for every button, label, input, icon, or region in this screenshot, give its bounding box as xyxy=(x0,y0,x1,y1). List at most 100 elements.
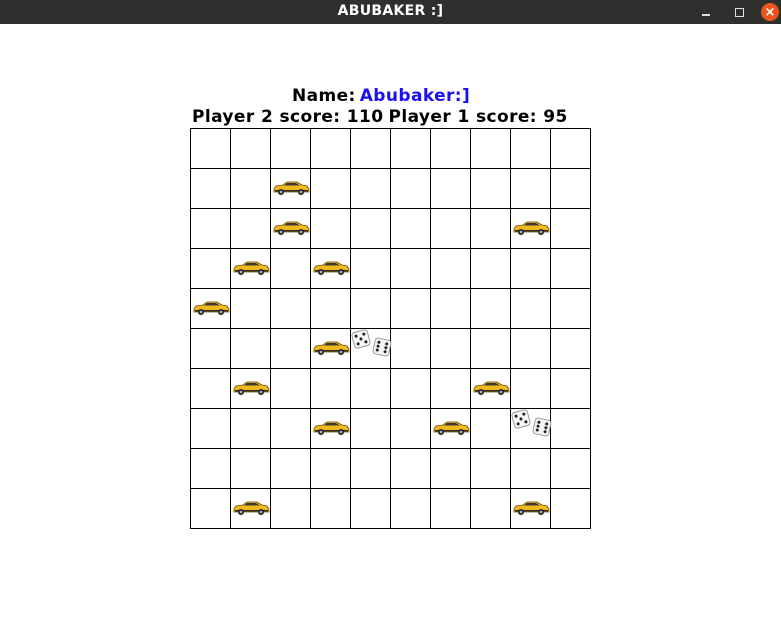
maximize-icon xyxy=(734,7,744,17)
board-cell[interactable] xyxy=(190,128,230,168)
board-cell[interactable] xyxy=(230,208,270,248)
board-cell[interactable] xyxy=(270,288,310,328)
board-cell[interactable] xyxy=(550,448,590,488)
board-cell[interactable] xyxy=(350,168,390,208)
board-cell[interactable] xyxy=(510,288,550,328)
board-cell[interactable] xyxy=(270,128,310,168)
board-cell[interactable] xyxy=(190,328,230,368)
board-cell[interactable] xyxy=(470,448,510,488)
board-cell[interactable] xyxy=(470,488,510,528)
board-cell[interactable] xyxy=(430,328,470,368)
board-cell[interactable] xyxy=(510,168,550,208)
board-cell[interactable] xyxy=(550,328,590,368)
board-cell[interactable] xyxy=(270,328,310,368)
board-cell[interactable] xyxy=(510,128,550,168)
board-cell[interactable] xyxy=(430,488,470,528)
board-cell[interactable] xyxy=(270,408,310,448)
board-cell[interactable] xyxy=(350,248,390,288)
board-cell[interactable] xyxy=(310,168,350,208)
board-cell[interactable] xyxy=(430,208,470,248)
board-cell[interactable] xyxy=(470,408,510,448)
board-cell[interactable] xyxy=(550,288,590,328)
board-cell[interactable] xyxy=(310,128,350,168)
board-cell[interactable] xyxy=(390,128,430,168)
board-cell[interactable] xyxy=(270,488,310,528)
board-cell[interactable] xyxy=(350,448,390,488)
board-cell[interactable] xyxy=(350,368,390,408)
board-cell[interactable] xyxy=(310,448,350,488)
board-cell[interactable] xyxy=(270,248,310,288)
board-cell[interactable] xyxy=(270,368,310,408)
board-cell[interactable] xyxy=(470,168,510,208)
board-cell[interactable] xyxy=(470,248,510,288)
board-cell[interactable] xyxy=(190,368,230,408)
close-icon: × xyxy=(764,4,776,20)
board-cell[interactable] xyxy=(550,488,590,528)
board-cell[interactable] xyxy=(430,288,470,328)
board-cell[interactable] xyxy=(390,248,430,288)
board-cell[interactable] xyxy=(310,208,350,248)
board-cell[interactable] xyxy=(310,288,350,328)
board-cell[interactable] xyxy=(390,368,430,408)
board-cell[interactable] xyxy=(230,408,270,448)
car-icon xyxy=(192,300,230,316)
board-cell[interactable] xyxy=(270,448,310,488)
maximize-button[interactable] xyxy=(729,2,749,22)
board-cell[interactable] xyxy=(310,368,350,408)
board-cell[interactable] xyxy=(350,408,390,448)
board-cell[interactable] xyxy=(430,248,470,288)
board-cell[interactable] xyxy=(390,288,430,328)
board-cell[interactable] xyxy=(430,368,470,408)
board-cell[interactable] xyxy=(510,248,550,288)
board-cell[interactable] xyxy=(550,408,590,448)
board-cell[interactable] xyxy=(510,448,550,488)
board-cell[interactable] xyxy=(230,128,270,168)
car-icon xyxy=(272,180,310,196)
board-cell[interactable] xyxy=(190,408,230,448)
board-cell[interactable] xyxy=(350,288,390,328)
board-cell[interactable] xyxy=(190,448,230,488)
board-cell[interactable] xyxy=(470,288,510,328)
board-cell[interactable] xyxy=(190,208,230,248)
car-icon xyxy=(432,420,470,436)
name-label: Name: xyxy=(292,86,356,106)
board-cell[interactable] xyxy=(550,368,590,408)
board-cell[interactable] xyxy=(470,328,510,368)
board-cell[interactable] xyxy=(390,448,430,488)
car-icon xyxy=(232,500,270,516)
board-cell[interactable] xyxy=(510,368,550,408)
board-cell[interactable] xyxy=(230,328,270,368)
minimize-button[interactable] xyxy=(696,2,716,22)
board-cell[interactable] xyxy=(190,168,230,208)
board-cell[interactable] xyxy=(430,448,470,488)
close-button[interactable]: × xyxy=(761,3,779,21)
board-cell[interactable] xyxy=(390,328,430,368)
board-cell[interactable] xyxy=(190,488,230,528)
board-cell[interactable] xyxy=(430,128,470,168)
car-icon xyxy=(472,380,510,396)
car-icon xyxy=(312,340,350,356)
board-cell[interactable] xyxy=(430,168,470,208)
board-cell[interactable] xyxy=(390,208,430,248)
board-cell[interactable] xyxy=(390,168,430,208)
dice-icon xyxy=(510,408,556,440)
board-cell[interactable] xyxy=(390,488,430,528)
board-cell[interactable] xyxy=(390,408,430,448)
board-cell[interactable] xyxy=(470,208,510,248)
board-cell[interactable] xyxy=(310,488,350,528)
board-cell[interactable] xyxy=(350,208,390,248)
board-cell[interactable] xyxy=(510,328,550,368)
board-cell[interactable] xyxy=(550,168,590,208)
score-line: Player 2 score: 110 Player 1 score: 95 xyxy=(192,107,568,127)
board-cell[interactable] xyxy=(470,128,510,168)
board-cell[interactable] xyxy=(350,488,390,528)
board-cell[interactable] xyxy=(550,208,590,248)
board-cell[interactable] xyxy=(190,248,230,288)
board-cell[interactable] xyxy=(230,448,270,488)
board-cell[interactable] xyxy=(550,248,590,288)
player2-score: Player 2 score: 110 xyxy=(192,107,384,127)
board-cell[interactable] xyxy=(550,128,590,168)
board-cell[interactable] xyxy=(230,168,270,208)
board-cell[interactable] xyxy=(230,288,270,328)
board-cell[interactable] xyxy=(350,128,390,168)
